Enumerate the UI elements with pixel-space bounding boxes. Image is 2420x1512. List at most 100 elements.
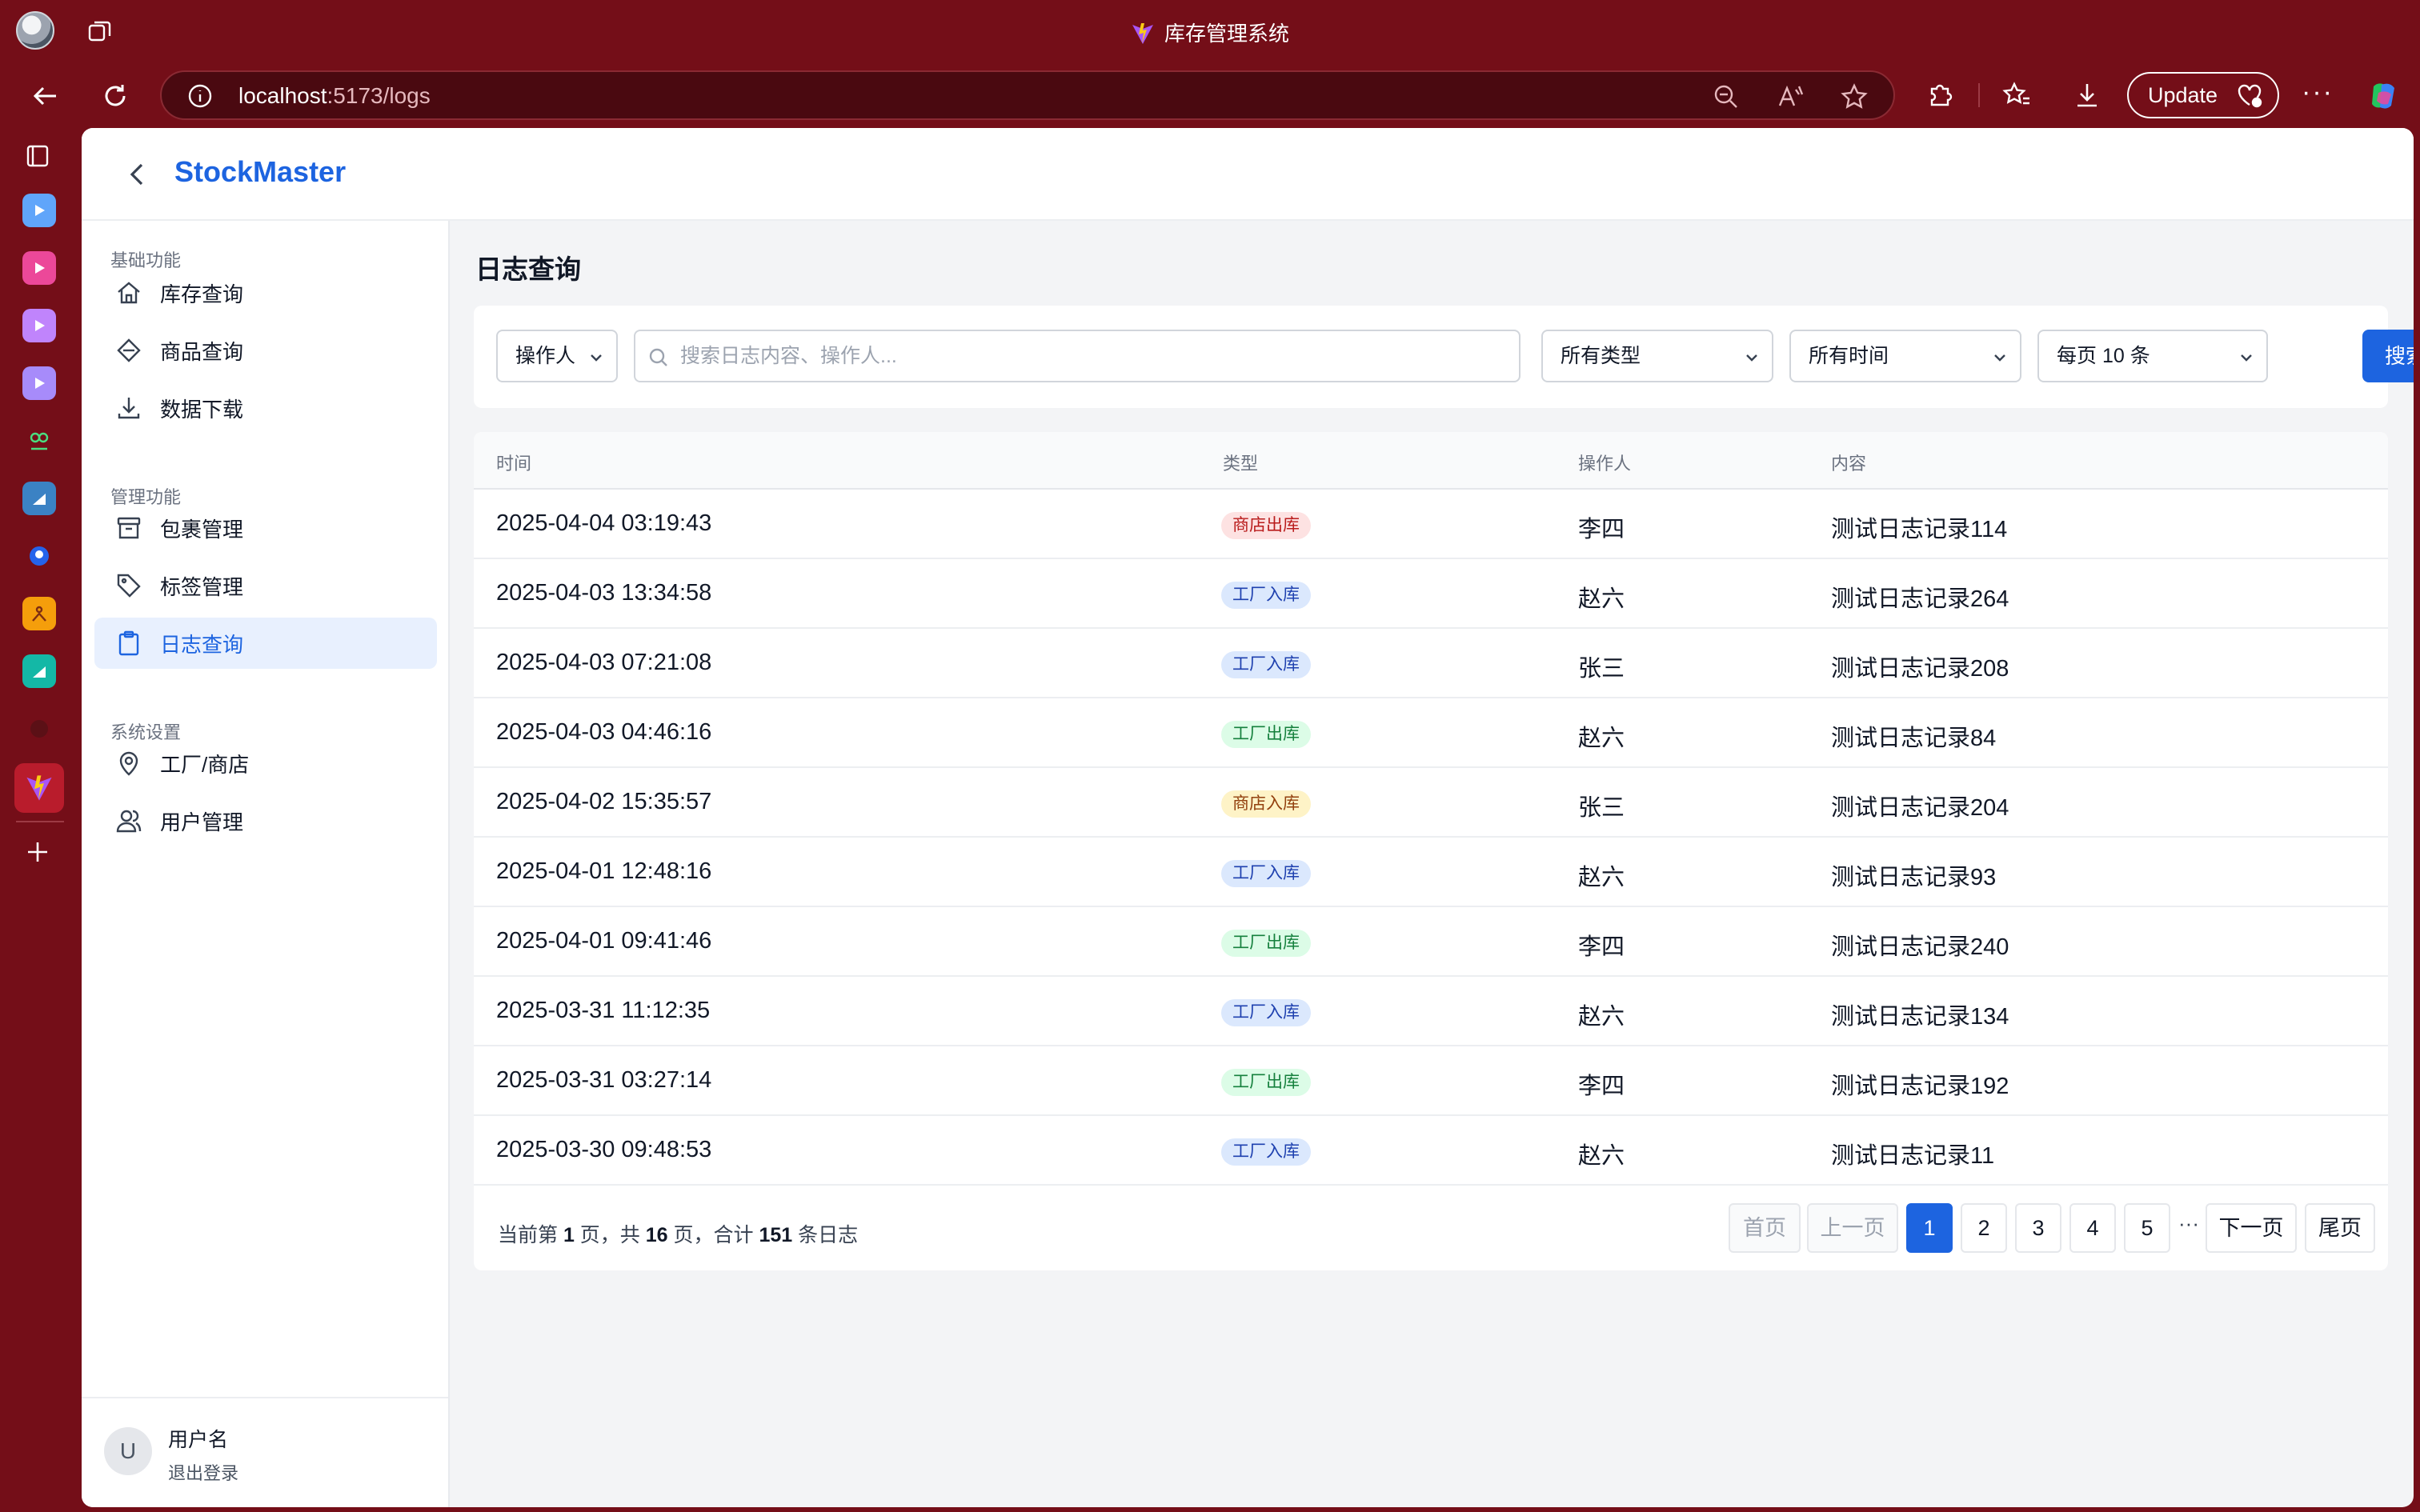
- zoom-out-icon[interactable]: [1713, 83, 1740, 110]
- last-page-button[interactable]: 尾页: [2305, 1203, 2375, 1253]
- sidebar-item-tags[interactable]: 标签管理: [94, 560, 437, 611]
- cell-content: 测试日志记录240: [1831, 934, 2009, 960]
- extensions-icon[interactable]: [1925, 81, 1954, 110]
- logout-link[interactable]: 退出登录: [168, 1459, 238, 1485]
- search-box[interactable]: [634, 330, 1521, 382]
- page-button-1[interactable]: 1: [1906, 1203, 1953, 1253]
- type-badge: 商店出库: [1221, 512, 1311, 539]
- type-select[interactable]: 所有类型: [1541, 330, 1773, 382]
- update-button[interactable]: Update: [2127, 72, 2279, 118]
- tab-favicon-2[interactable]: [22, 251, 56, 285]
- first-page-button[interactable]: 首页: [1729, 1203, 1801, 1253]
- sidebar-item-locations[interactable]: 工厂/商店: [94, 738, 437, 789]
- sidebar-item-label: 用户管理: [160, 810, 244, 834]
- download-icon: [118, 398, 140, 419]
- tab-favicon-1[interactable]: [22, 194, 56, 227]
- home-icon: [118, 282, 140, 304]
- slope-icon: [33, 666, 46, 678]
- app-header: StockMaster: [82, 128, 2414, 221]
- downloads-icon[interactable]: [2073, 81, 2101, 110]
- table-row[interactable]: 2025-04-01 12:48:16 工厂入库 赵六 测试日志记录93: [474, 838, 2388, 907]
- cell-time: 2025-04-03 13:34:58: [496, 580, 712, 606]
- tab-favicon-9[interactable]: [22, 654, 56, 688]
- cell-content: 测试日志记录93: [1831, 865, 1997, 890]
- copilot-icon[interactable]: [2367, 80, 2399, 112]
- sidebar-item-inventory[interactable]: 库存查询: [94, 267, 437, 318]
- chevron-down-icon: [1746, 354, 1757, 362]
- cell-operator: 张三: [1578, 795, 1625, 821]
- tab-favicon-5[interactable]: [22, 424, 56, 458]
- user-avatar[interactable]: U: [104, 1427, 152, 1475]
- table-header: 时间 类型 操作人 内容: [474, 432, 2388, 490]
- search-input[interactable]: [680, 331, 1512, 381]
- table-row[interactable]: 2025-04-03 07:21:08 工厂入库 张三 测试日志记录208: [474, 629, 2388, 698]
- table-row[interactable]: 2025-04-03 04:46:16 工厂出库 赵六 测试日志记录84: [474, 698, 2388, 768]
- favorite-star-icon[interactable]: [1841, 83, 1868, 110]
- next-page-button[interactable]: 下一页: [2206, 1203, 2297, 1253]
- site-info-icon[interactable]: [187, 83, 213, 109]
- table-row[interactable]: 2025-04-02 15:35:57 商店入库 张三 测试日志记录204: [474, 768, 2388, 838]
- url-text[interactable]: localhost:5173/logs: [238, 83, 431, 109]
- table-row[interactable]: 2025-04-04 03:19:43 商店出库 李四 测试日志记录114: [474, 490, 2388, 559]
- more-menu-button[interactable]: ···: [2302, 77, 2334, 108]
- table-row[interactable]: 2025-03-30 09:48:53 工厂入库 赵六 测试日志记录11: [474, 1116, 2388, 1186]
- table-row[interactable]: 2025-03-31 11:12:35 工厂入库 赵六 测试日志记录134: [474, 977, 2388, 1046]
- tab-favicon-7[interactable]: [22, 539, 56, 573]
- sidebar-item-label: 日志查询: [160, 632, 244, 657]
- play-icon: [35, 205, 45, 216]
- chevron-left-icon[interactable]: [122, 158, 154, 190]
- page-button-5[interactable]: 5: [2124, 1203, 2170, 1253]
- prev-page-button[interactable]: 上一页: [1807, 1203, 1898, 1253]
- browser-titlebar: 库存管理系统: [0, 0, 2420, 64]
- cell-time: 2025-04-02 15:35:57: [496, 789, 712, 814]
- tab-favicon-10[interactable]: [22, 712, 56, 746]
- page-button-4[interactable]: 4: [2069, 1203, 2116, 1253]
- tab-list-icon[interactable]: [24, 142, 51, 170]
- page-size-select[interactable]: 每页 10 条: [2037, 330, 2268, 382]
- table-row[interactable]: 2025-04-03 13:34:58 工厂入库 赵六 测试日志记录264: [474, 559, 2388, 629]
- read-aloud-icon[interactable]: [1777, 83, 1804, 110]
- tab-favicon-8[interactable]: [22, 597, 56, 630]
- cell-content: 测试日志记录84: [1831, 726, 1997, 751]
- reload-icon: [105, 85, 126, 106]
- cell-time: 2025-04-03 07:21:08: [496, 650, 712, 675]
- reload-button[interactable]: [98, 78, 133, 114]
- filter-bar: 操作人 所有类型 所有时间 每页 10 条 搜索: [474, 306, 2414, 408]
- tab-favicon-4[interactable]: [22, 366, 56, 400]
- brand-title[interactable]: StockMaster: [174, 155, 346, 189]
- cell-operator: 李四: [1578, 517, 1625, 542]
- favorites-icon[interactable]: [2002, 81, 2031, 110]
- tag-icon: [117, 574, 141, 598]
- cell-operator: 李四: [1578, 1074, 1625, 1099]
- page-button-2[interactable]: 2: [1961, 1203, 2007, 1253]
- tab-favicon-6[interactable]: [22, 482, 56, 515]
- table-row[interactable]: 2025-04-01 09:41:46 工厂出库 李四 测试日志记录240: [474, 907, 2388, 977]
- cell-operator: 赵六: [1578, 586, 1625, 612]
- column-header-type: 类型: [1223, 454, 1259, 474]
- search-button[interactable]: 搜索: [2362, 330, 2414, 382]
- tab-favicon-3[interactable]: [22, 309, 56, 342]
- time-select[interactable]: 所有时间: [1789, 330, 2021, 382]
- sidebar-item-packages[interactable]: 包裹管理: [94, 502, 437, 554]
- page-button-3[interactable]: 3: [2015, 1203, 2061, 1253]
- sidebar-item-users[interactable]: 用户管理: [94, 795, 437, 846]
- play-icon: [35, 262, 45, 274]
- type-badge: 工厂入库: [1221, 999, 1311, 1026]
- arrow-left-icon: [33, 86, 56, 106]
- github-icon: [30, 720, 48, 738]
- table-row[interactable]: 2025-03-31 03:27:14 工厂出库 李四 测试日志记录192: [474, 1046, 2388, 1116]
- update-heart-icon: [2238, 84, 2262, 108]
- vite-logo-icon: [26, 775, 52, 801]
- new-tab-plus-icon[interactable]: [24, 838, 51, 866]
- sidebar-item-products[interactable]: 商品查询: [94, 325, 437, 376]
- address-bar[interactable]: localhost:5173/logs: [160, 70, 1895, 120]
- cell-operator: 赵六: [1578, 726, 1625, 751]
- sidebar-item-logs[interactable]: 日志查询: [94, 618, 437, 669]
- search-field-select[interactable]: 操作人: [496, 330, 618, 382]
- back-button[interactable]: [27, 78, 62, 114]
- map-pin-icon: [119, 751, 138, 776]
- tab-favicon-active[interactable]: [14, 763, 64, 813]
- sidebar-item-download[interactable]: 数据下载: [94, 382, 437, 434]
- type-badge: 工厂入库: [1221, 582, 1311, 609]
- search-field-value: 操作人: [515, 345, 576, 367]
